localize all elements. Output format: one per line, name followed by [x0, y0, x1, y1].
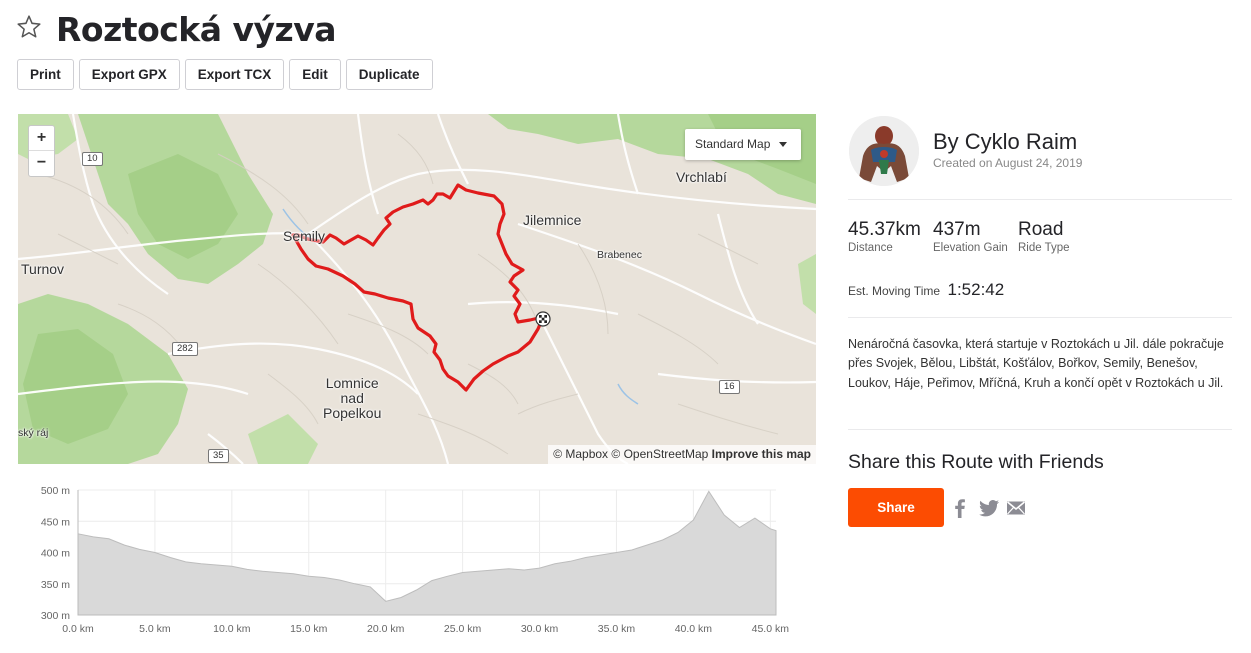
x-tick-label: 20.0 km	[367, 623, 405, 635]
x-tick-label: 35.0 km	[598, 623, 636, 635]
road-shield-35: 35	[208, 449, 229, 463]
stat-ride-type: Road Ride Type	[1018, 219, 1070, 254]
email-icon[interactable]	[1004, 496, 1028, 520]
share-heading: Share this Route with Friends	[848, 451, 1104, 473]
facebook-icon[interactable]	[948, 496, 972, 520]
route-description: Nenáročná časovka, která startuje v Rozt…	[848, 337, 1224, 390]
elevation-chart[interactable]: 500 m 450 m 400 m 350 m 300 m 0.0 km 5.0 km 10.…	[18, 478, 818, 648]
stat-distance: 45.37km Distance	[848, 219, 921, 254]
stat-elevation: 437m Elevation Gain	[933, 219, 1008, 254]
moving-time-label: Est. Moving Time	[848, 284, 941, 298]
map-type-dropdown[interactable]: Standard Map	[685, 129, 801, 160]
export-tcx-button[interactable]: Export TCX	[184, 59, 285, 90]
stat-elevation-value: 437m	[933, 219, 981, 240]
place-label-brabenec: Brabenec	[597, 249, 642, 261]
x-tick-label: 40.0 km	[675, 623, 713, 635]
stat-distance-value: 45.37km	[848, 219, 921, 240]
avatar[interactable]	[849, 116, 919, 186]
zoom-control: + −	[28, 125, 55, 177]
place-label-lomnice: Lomnice nad Popelkou	[323, 375, 382, 421]
twitter-icon[interactable]	[977, 496, 1001, 520]
place-label-jilemnice: Jilemnice	[523, 212, 582, 228]
moving-time-value: 1:52:42	[947, 280, 1005, 299]
road-shield-282: 282	[172, 342, 198, 356]
finish-flag-icon[interactable]	[535, 311, 551, 327]
x-tick-label: 25.0 km	[444, 623, 482, 635]
created-date: Created on August 24, 2019	[933, 156, 1083, 170]
osm-attribution-link[interactable]: © OpenStreetMap	[611, 447, 708, 461]
stat-elevation-label: Elevation Gain	[933, 242, 1008, 254]
place-label-cesky-raj: ský ráj	[18, 427, 49, 439]
y-tick-label: 400 m	[41, 548, 70, 560]
stat-distance-label: Distance	[848, 242, 893, 254]
favorite-star-icon[interactable]	[16, 14, 42, 40]
print-button[interactable]: Print	[17, 59, 74, 90]
zoom-out-button[interactable]: −	[29, 151, 54, 176]
stat-ride-type-value: Road	[1018, 219, 1064, 240]
avatar-image	[849, 116, 919, 186]
x-tick-label: 45.0 km	[752, 623, 790, 635]
map-type-label: Standard Map	[695, 137, 771, 151]
x-tick-label: 10.0 km	[213, 623, 251, 635]
export-gpx-button[interactable]: Export GPX	[78, 59, 180, 90]
map-attribution: © Mapbox © OpenStreetMap Improve this ma…	[548, 445, 816, 464]
map-canvas	[18, 114, 816, 464]
route-title: Roztocká výzva	[56, 10, 337, 49]
elevation-area	[77, 490, 777, 616]
improve-map-link[interactable]: Improve this map	[712, 447, 811, 461]
zoom-in-button[interactable]: +	[29, 126, 54, 151]
x-tick-label: 15.0 km	[290, 623, 328, 635]
share-button[interactable]: Share	[848, 488, 944, 527]
route-actions-toolbar: Print Export GPX Export TCX Edit Duplica…	[17, 59, 433, 90]
place-label-turnov: Turnov	[21, 261, 65, 277]
moving-time: Est. Moving Time 1:52:42	[848, 280, 1004, 300]
road-shield-16: 16	[719, 380, 740, 394]
route-author[interactable]: By Cyklo Raim	[933, 129, 1077, 155]
chevron-down-icon	[779, 142, 787, 147]
divider	[848, 317, 1232, 318]
elevation-chart-svg: 500 m 450 m 400 m 350 m 300 m0.0 km 5.0 km 10.…	[41, 485, 790, 635]
place-label-vrchlabi: Vrchlabí	[676, 169, 727, 185]
y-tick-label: 350 m	[41, 579, 70, 591]
edit-button[interactable]: Edit	[289, 59, 341, 90]
place-label-semily: Semily	[283, 228, 326, 244]
divider	[848, 429, 1232, 430]
duplicate-button[interactable]: Duplicate	[345, 59, 433, 90]
divider	[848, 199, 1232, 200]
stat-ride-type-label: Ride Type	[1018, 242, 1070, 254]
x-tick-label: 30.0 km	[521, 623, 559, 635]
y-tick-label: 450 m	[41, 516, 70, 528]
x-tick-label: 0.0 km	[62, 623, 94, 635]
x-tick-label: 5.0 km	[139, 623, 171, 635]
y-tick-label: 500 m	[41, 485, 70, 497]
road-shield-10: 10	[82, 152, 103, 166]
mapbox-attribution-link[interactable]: © Mapbox	[553, 447, 608, 461]
y-tick-label: 300 m	[41, 610, 70, 622]
route-map[interactable]: Semily Jilemnice Vrchlabí Turnov Brabene…	[18, 114, 816, 464]
